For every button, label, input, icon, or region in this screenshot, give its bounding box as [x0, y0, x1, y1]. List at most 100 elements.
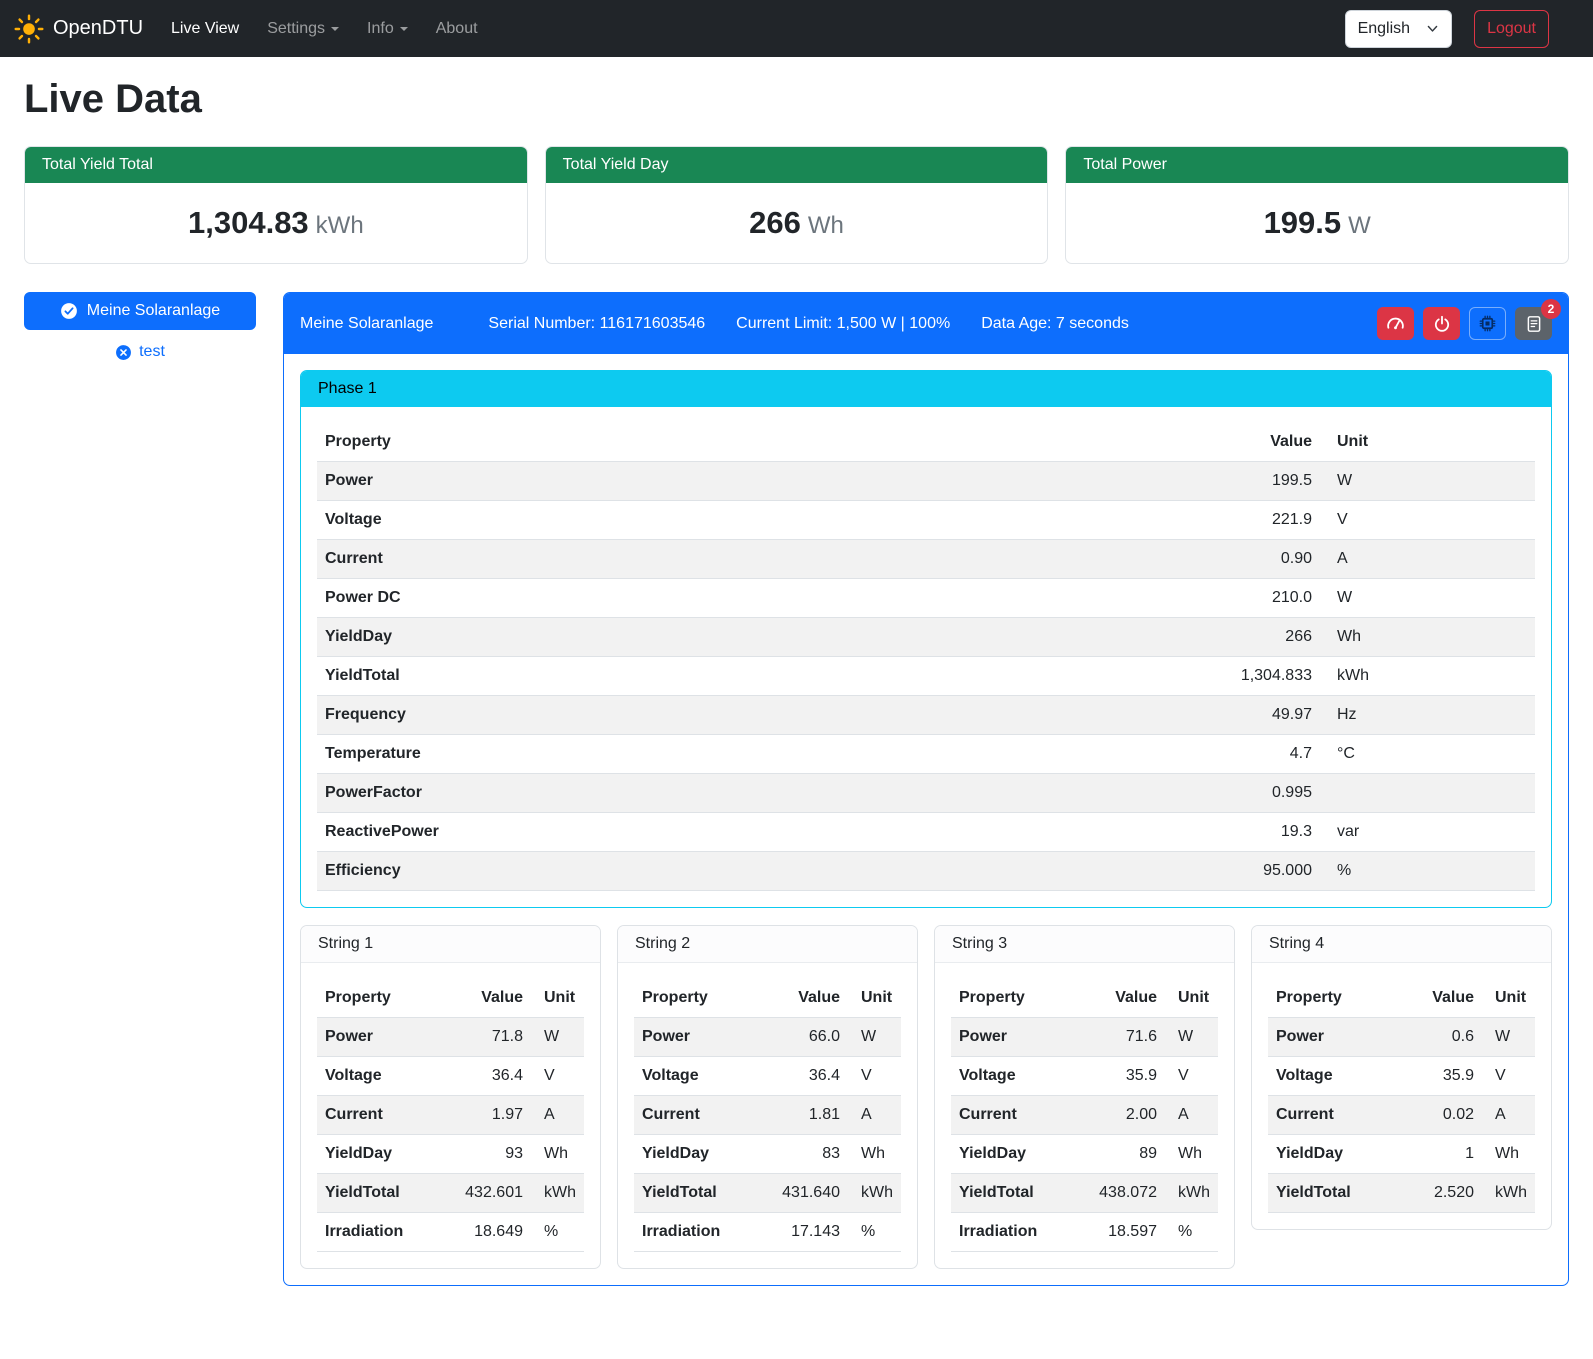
- value-cell: 95.000: [1200, 852, 1320, 891]
- value-cell: 438.072: [1089, 1174, 1165, 1213]
- property-cell: Irradiation: [634, 1213, 772, 1252]
- speedometer-icon: [1386, 314, 1405, 333]
- property-cell: Current: [634, 1096, 772, 1135]
- nav-live-view[interactable]: Live View: [157, 12, 253, 46]
- summary-unit: Wh: [808, 212, 844, 239]
- unit-cell: W: [1165, 1018, 1218, 1057]
- value-cell: 1,304.833: [1200, 657, 1320, 696]
- table-row: Power 199.5 W: [317, 462, 1535, 501]
- unit-cell: W: [1320, 462, 1535, 501]
- value-cell: 93: [455, 1135, 531, 1174]
- nav-about[interactable]: About: [422, 12, 492, 46]
- value-cell: 35.9: [1406, 1057, 1482, 1096]
- property-cell: YieldDay: [951, 1135, 1089, 1174]
- table-row: Efficiency 95.000 %: [317, 852, 1535, 891]
- table-row: Frequency 49.97 Hz: [317, 696, 1535, 735]
- table-row: Voltage 35.9 V: [951, 1057, 1218, 1096]
- page-title: Live Data: [24, 77, 1569, 122]
- property-cell: Temperature: [317, 735, 1200, 774]
- table-row: YieldTotal 1,304.833 kWh: [317, 657, 1535, 696]
- table-row: Current 0.90 A: [317, 540, 1535, 579]
- inverter-select-label: Meine Solaranlage: [87, 302, 220, 320]
- property-cell: YieldTotal: [951, 1174, 1089, 1213]
- unit-cell: A: [531, 1096, 584, 1135]
- inverter-panel: Meine Solaranlage Serial Number: 1161716…: [283, 292, 1569, 1286]
- power-toggle-button[interactable]: [1423, 307, 1460, 340]
- col-header-value: Value: [1200, 423, 1320, 462]
- unit-cell: kWh: [1320, 657, 1535, 696]
- inverter-select-button[interactable]: Meine Solaranlage: [24, 292, 256, 330]
- inverter-sidebar: Meine Solaranlage test: [24, 292, 256, 361]
- value-cell: 83: [772, 1135, 848, 1174]
- table-row: Power 66.0 W: [634, 1018, 901, 1057]
- unit-cell: %: [531, 1213, 584, 1252]
- device-info-button[interactable]: [1469, 307, 1506, 340]
- unit-cell: A: [1482, 1096, 1535, 1135]
- table-row: Power 71.6 W: [951, 1018, 1218, 1057]
- nav-settings[interactable]: Settings: [253, 12, 353, 46]
- property-cell: Current: [317, 540, 1200, 579]
- journal-icon: [1525, 315, 1543, 333]
- col-header-unit: Unit: [848, 979, 901, 1018]
- value-cell: 71.8: [455, 1018, 531, 1057]
- col-header-property: Property: [951, 979, 1089, 1018]
- inverter-limit: Current Limit: 1,500 W | 100%: [736, 315, 950, 333]
- value-cell: 1.97: [455, 1096, 531, 1135]
- summary-card-body: 199.5W: [1066, 183, 1568, 263]
- value-cell: 4.7: [1200, 735, 1320, 774]
- summary-card: Total Yield Total 1,304.83kWh: [24, 146, 528, 264]
- value-cell: 71.6: [1089, 1018, 1165, 1057]
- string-table: Property Value Unit Power 0.6 W Voltage …: [1268, 979, 1535, 1213]
- property-cell: PowerFactor: [317, 774, 1200, 813]
- property-cell: Voltage: [1268, 1057, 1406, 1096]
- unit-cell: %: [1320, 852, 1535, 891]
- string-title: String 3: [935, 926, 1234, 963]
- inverter-alt-label: test: [139, 343, 165, 361]
- nav-info[interactable]: Info: [353, 12, 422, 46]
- table-row: YieldDay 93 Wh: [317, 1135, 584, 1174]
- phase-table: Property Value Unit Power 199.5 W Voltag…: [317, 423, 1535, 891]
- table-row: YieldTotal 431.640 kWh: [634, 1174, 901, 1213]
- property-cell: YieldDay: [634, 1135, 772, 1174]
- table-header-row: Property Value Unit: [317, 979, 584, 1018]
- value-cell: 36.4: [455, 1057, 531, 1096]
- table-row: Voltage 35.9 V: [1268, 1057, 1535, 1096]
- value-cell: 199.5: [1200, 462, 1320, 501]
- table-row: Current 1.81 A: [634, 1096, 901, 1135]
- property-cell: Current: [951, 1096, 1089, 1135]
- col-header-property: Property: [1268, 979, 1406, 1018]
- x-circle-icon: [115, 344, 132, 361]
- property-cell: Frequency: [317, 696, 1200, 735]
- language-select[interactable]: English: [1345, 10, 1452, 48]
- value-cell: 1: [1406, 1135, 1482, 1174]
- value-cell: 1.81: [772, 1096, 848, 1135]
- col-header-unit: Unit: [1320, 423, 1535, 462]
- table-row: YieldDay 1 Wh: [1268, 1135, 1535, 1174]
- table-row: PowerFactor 0.995: [317, 774, 1535, 813]
- event-log-button[interactable]: 2: [1515, 307, 1552, 340]
- summary-value: 266: [749, 205, 801, 240]
- summary-cards: Total Yield Total 1,304.83kWh Total Yiel…: [24, 146, 1569, 264]
- property-cell: YieldTotal: [1268, 1174, 1406, 1213]
- summary-card-body: 1,304.83kWh: [25, 183, 527, 263]
- summary-card-title: Total Power: [1066, 147, 1568, 183]
- value-cell: 17.143: [772, 1213, 848, 1252]
- app-brand[interactable]: OpenDTU: [14, 14, 143, 44]
- unit-cell: kWh: [1165, 1174, 1218, 1213]
- col-header-value: Value: [772, 979, 848, 1018]
- table-header-row: Property Value Unit: [317, 423, 1535, 462]
- property-cell: Power: [634, 1018, 772, 1057]
- value-cell: 35.9: [1089, 1057, 1165, 1096]
- unit-cell: A: [1320, 540, 1535, 579]
- inverter-list-item[interactable]: test: [24, 343, 256, 361]
- unit-cell: Wh: [1320, 618, 1535, 657]
- value-cell: 0.02: [1406, 1096, 1482, 1135]
- string-title: String 2: [618, 926, 917, 963]
- chevron-down-icon: [1426, 22, 1439, 35]
- table-row: Voltage 36.4 V: [634, 1057, 901, 1096]
- logout-button[interactable]: Logout: [1474, 10, 1549, 48]
- col-header-unit: Unit: [531, 979, 584, 1018]
- property-cell: Efficiency: [317, 852, 1200, 891]
- unit-cell: %: [1165, 1213, 1218, 1252]
- limit-settings-button[interactable]: [1377, 307, 1414, 340]
